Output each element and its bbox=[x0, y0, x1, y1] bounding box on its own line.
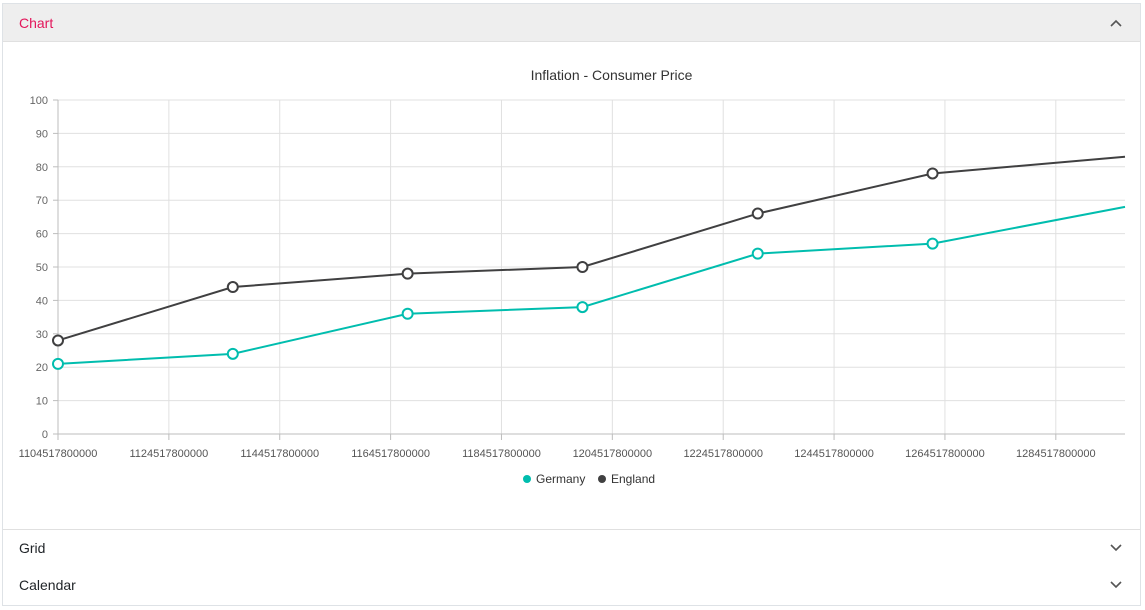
x-tick-label: 1224517800000 bbox=[683, 448, 763, 460]
y-tick-label: 100 bbox=[30, 95, 48, 107]
accordion-header-chart[interactable]: Chart bbox=[3, 4, 1140, 42]
accordion-title-grid: Grid bbox=[19, 540, 46, 556]
legend-marker-germany bbox=[523, 475, 531, 483]
data-point-england bbox=[576, 261, 589, 273]
data-point-germany bbox=[401, 307, 414, 320]
chevron-up-icon[interactable] bbox=[1108, 15, 1124, 31]
accordion-title-chart: Chart bbox=[19, 14, 54, 31]
chevron-down-icon[interactable] bbox=[1108, 540, 1124, 556]
chart-panel: Inflation - Consumer Price 0 10 20 30 40 50 60 7… bbox=[3, 42, 1140, 530]
y-tick-label: 10 bbox=[36, 396, 48, 408]
data-point-england bbox=[401, 267, 414, 280]
data-point-england bbox=[926, 167, 939, 180]
y-tick-label: 60 bbox=[36, 229, 48, 241]
accordion-header-calendar[interactable]: Calendar bbox=[3, 567, 1140, 604]
y-tick-label: 50 bbox=[36, 262, 48, 274]
data-point-germany bbox=[751, 247, 764, 260]
y-tick-label: 20 bbox=[36, 362, 48, 374]
chevron-down-icon[interactable] bbox=[1108, 577, 1124, 593]
x-tick-label: 1244517800000 bbox=[794, 448, 874, 460]
data-point-germany bbox=[926, 237, 939, 250]
x-tick-label: 1184517800000 bbox=[462, 448, 541, 460]
legend-label-germany: Germany bbox=[536, 472, 585, 486]
accordion: Chart Inflation - Consumer Price 0 10 20 30 4… bbox=[2, 3, 1141, 606]
x-tick-label: 1284517800000 bbox=[1016, 448, 1096, 460]
x-tick-label: 1204517800000 bbox=[573, 448, 653, 460]
data-point-germany bbox=[52, 357, 64, 370]
y-tick-label: 30 bbox=[36, 329, 48, 341]
accordion-header-grid[interactable]: Grid bbox=[3, 530, 1140, 567]
data-point-germany bbox=[576, 301, 589, 314]
y-tick-label: 70 bbox=[36, 195, 48, 207]
data-point-germany bbox=[226, 347, 239, 360]
y-tick-label: 40 bbox=[36, 295, 48, 307]
series-line-england bbox=[57, 155, 1126, 342]
chart-title: Inflation - Consumer Price bbox=[531, 67, 693, 83]
y-tick-label: 90 bbox=[36, 128, 48, 140]
x-tick-label: 1144517800000 bbox=[240, 448, 319, 460]
data-point-england bbox=[751, 207, 764, 220]
x-tick-label: 1124517800000 bbox=[130, 448, 209, 460]
x-tick-label: 1164517800000 bbox=[351, 448, 430, 460]
legend-marker-england bbox=[598, 475, 606, 483]
series-line-germany bbox=[57, 205, 1126, 365]
x-tick-label: 1264517800000 bbox=[905, 448, 985, 460]
y-tick-label: 80 bbox=[36, 162, 48, 174]
legend-label-england: England bbox=[611, 472, 655, 486]
line-chart: Inflation - Consumer Price 0 10 20 30 40 50 60 7… bbox=[19, 67, 1126, 486]
x-tick-label: 1104517800000 bbox=[19, 448, 98, 460]
data-point-england bbox=[226, 281, 239, 294]
y-tick-label: 0 bbox=[42, 429, 48, 441]
data-point-england bbox=[52, 334, 64, 347]
accordion-title-calendar: Calendar bbox=[19, 577, 76, 593]
